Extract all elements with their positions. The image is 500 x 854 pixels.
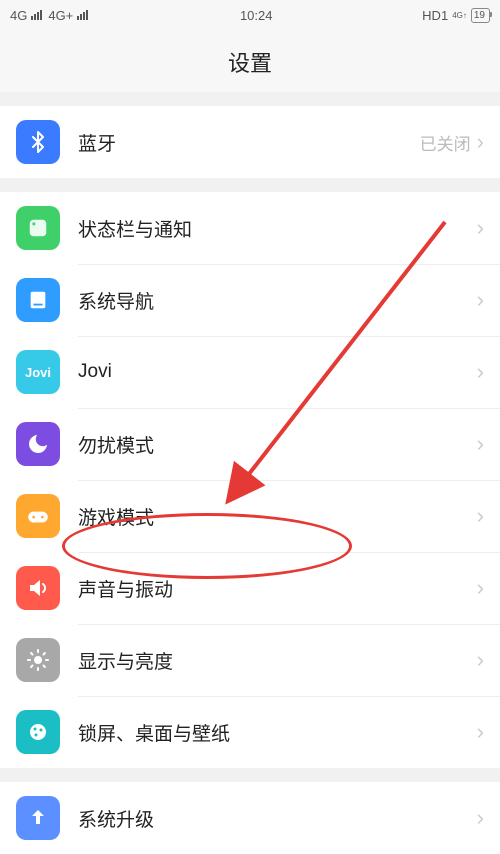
annotation-arrow <box>215 212 465 532</box>
status-right: HD1 4G↑ 19 <box>422 8 490 23</box>
settings-item-sound[interactable]: 声音与振动 › <box>0 552 500 624</box>
chevron-right-icon: › <box>477 719 484 745</box>
item-value: 已关闭 <box>420 130 471 155</box>
status-bar: 4G 4G+ 10:24 HD1 4G↑ 19 <box>0 0 500 30</box>
chevron-right-icon: › <box>477 359 484 385</box>
network-2-label: 4G+ <box>48 8 73 23</box>
item-label: 显示与亮度 <box>78 647 477 674</box>
chevron-right-icon: › <box>477 575 484 601</box>
signal-icon-2 <box>77 10 88 20</box>
upgrade-icon <box>16 796 60 840</box>
hd-label: HD1 <box>422 8 448 23</box>
battery-percent: 19 <box>474 10 485 21</box>
sys-nav-icon <box>16 278 60 322</box>
sound-icon <box>16 566 60 610</box>
settings-item-wallpaper[interactable]: 锁屏、桌面与壁纸 › <box>0 696 500 768</box>
wallpaper-icon <box>16 710 60 754</box>
status-notif-icon <box>16 206 60 250</box>
item-label: 锁屏、桌面与壁纸 <box>78 719 477 746</box>
page-title: 设置 <box>0 30 500 92</box>
chevron-right-icon: › <box>477 647 484 673</box>
game-icon <box>16 494 60 538</box>
settings-group-1: 蓝牙 已关闭 › <box>0 106 500 178</box>
dnd-icon <box>16 422 60 466</box>
chevron-right-icon: › <box>477 805 484 831</box>
item-label: 系统升级 <box>78 805 477 832</box>
chevron-right-icon: › <box>477 503 484 529</box>
display-icon <box>16 638 60 682</box>
settings-item-display[interactable]: 显示与亮度 › <box>0 624 500 696</box>
battery-icon: 19 <box>471 8 490 23</box>
chevron-right-icon: › <box>477 129 484 155</box>
item-label: 蓝牙 <box>78 129 420 156</box>
settings-item-upgrade[interactable]: 系统升级 › <box>0 782 500 854</box>
chevron-right-icon: › <box>477 215 484 241</box>
jovi-icon: Jovi <box>16 350 60 394</box>
signal-icon-1 <box>31 10 42 20</box>
chevron-right-icon: › <box>477 431 484 457</box>
item-label: 声音与振动 <box>78 575 477 602</box>
network-1-label: 4G <box>10 8 27 23</box>
status-time: 10:24 <box>240 8 273 23</box>
settings-item-bluetooth[interactable]: 蓝牙 已关闭 › <box>0 106 500 178</box>
settings-group-3: 系统升级 › <box>0 782 500 854</box>
chevron-right-icon: › <box>477 287 484 313</box>
bluetooth-icon <box>16 120 60 164</box>
net-indicator: 4G↑ <box>452 11 467 20</box>
status-left: 4G 4G+ <box>10 8 90 23</box>
